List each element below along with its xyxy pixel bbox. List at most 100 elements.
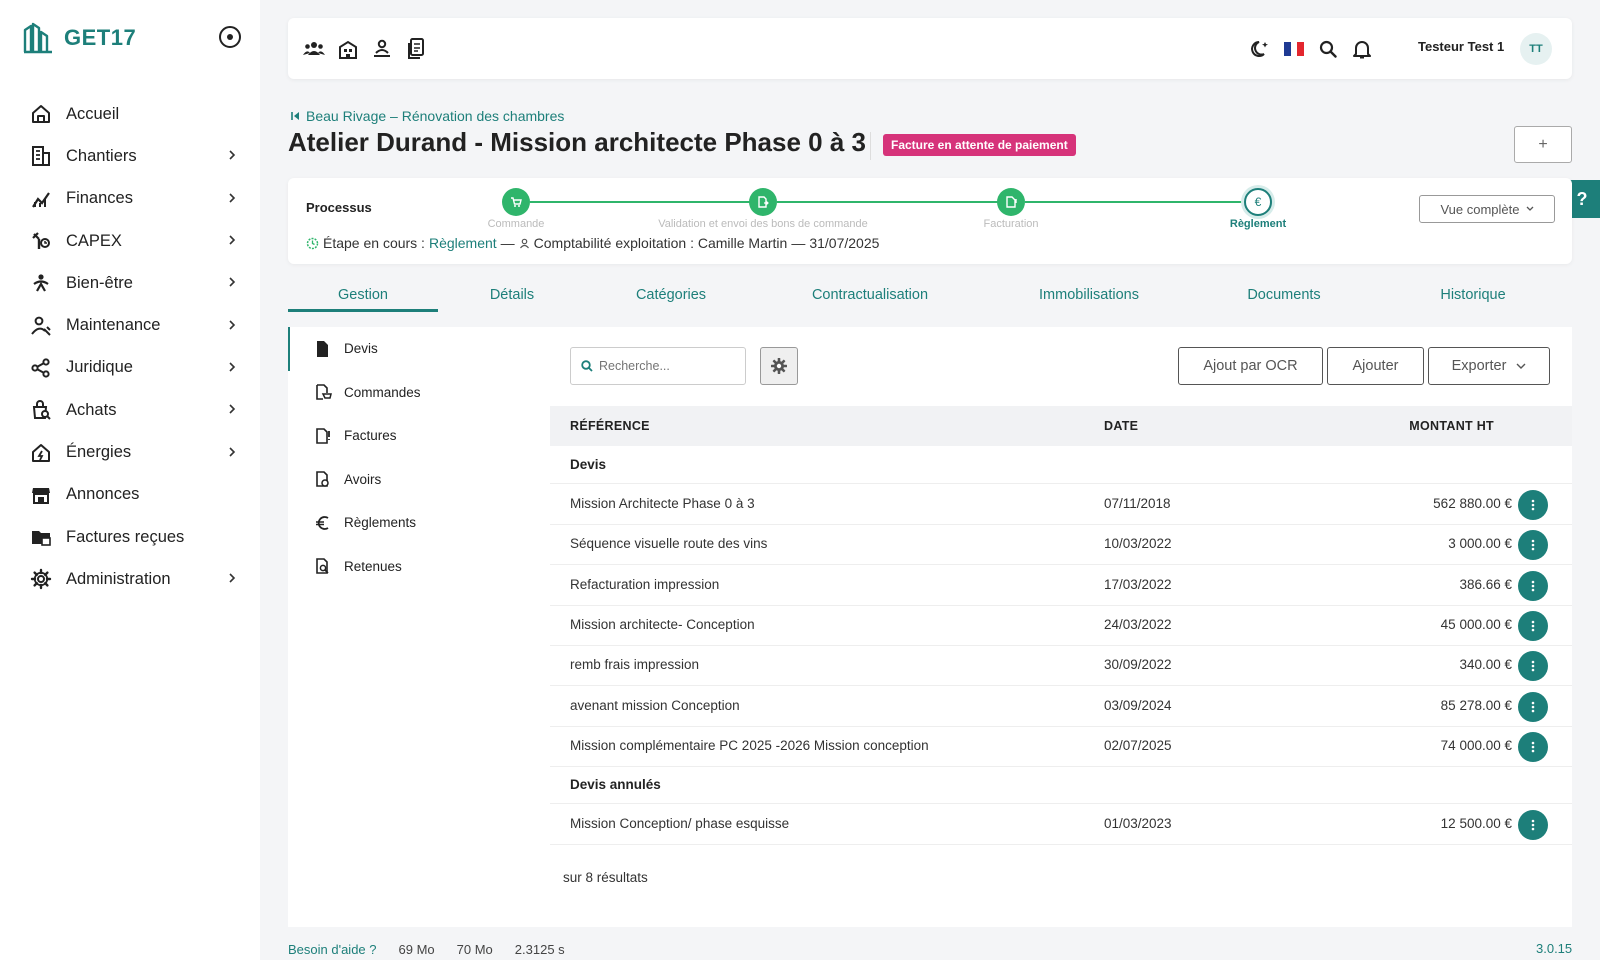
- row-menu-icon[interactable]: [1518, 691, 1548, 722]
- sidebar-item-chantiers[interactable]: Chantiers: [0, 135, 260, 177]
- app-logo[interactable]: GET17: [22, 22, 136, 54]
- export-button[interactable]: Exporter: [1428, 347, 1550, 385]
- step-connector: [530, 201, 763, 203]
- row-menu-icon[interactable]: [1518, 731, 1548, 762]
- cell-reference[interactable]: remb frais impression: [570, 657, 699, 672]
- cell-date: 10/03/2022: [1104, 536, 1172, 552]
- tab-categories[interactable]: Catégories: [586, 280, 756, 312]
- sidebar-item-achats[interactable]: Achats: [0, 389, 260, 431]
- person-desk-icon[interactable]: [370, 37, 394, 61]
- step-validation-et-envoi-des-bons-de-commande-send-icon[interactable]: [749, 188, 777, 216]
- clock-icon: [306, 237, 319, 249]
- step-reglement-euro-icon[interactable]: €: [1244, 188, 1272, 216]
- cell-reference[interactable]: Mission Architecte Phase 0 à 3: [570, 496, 755, 511]
- table-settings-button[interactable]: [760, 347, 798, 385]
- search-input[interactable]: [599, 359, 739, 373]
- tab-historique[interactable]: Historique: [1374, 280, 1572, 312]
- add-quote-button[interactable]: Ajouter: [1327, 347, 1424, 385]
- bell-icon[interactable]: [1350, 37, 1374, 61]
- cell-reference[interactable]: Mission architecte- Conception: [570, 617, 755, 632]
- subnav-item-retenues[interactable]: Retenues: [288, 545, 550, 589]
- tab-immobilisations[interactable]: Immobilisations: [984, 280, 1194, 312]
- row-menu-icon[interactable]: [1518, 570, 1548, 601]
- footer: Besoin d'aide ? 69 Mo 70 Mo 2.3125 s: [288, 942, 565, 957]
- tab-contractualisation[interactable]: Contractualisation: [756, 280, 984, 312]
- subnav-item-factures[interactable]: Factures: [288, 414, 550, 458]
- avatar[interactable]: TT: [1520, 33, 1552, 65]
- cell-reference[interactable]: Refacturation impression: [570, 577, 719, 592]
- cell-reference[interactable]: Mission Conception/ phase esquisse: [570, 816, 789, 831]
- subnav-item-commandes[interactable]: Commandes: [288, 371, 550, 415]
- table-row[interactable]: Mission Conception/ phase esquisse 01/03/…: [550, 804, 1572, 846]
- dark-mode-icon[interactable]: [1248, 37, 1272, 61]
- sidebar-item-label: CAPEX: [66, 231, 122, 250]
- sidebar-collapse-icon[interactable]: [219, 26, 241, 48]
- subnav-label: Règlements: [344, 515, 417, 531]
- cell-date: 01/03/2023: [1104, 816, 1172, 832]
- tab-documents[interactable]: Documents: [1194, 280, 1374, 312]
- breadcrumb-link[interactable]: Beau Rivage – Rénovation des chambres: [306, 108, 564, 124]
- table-row[interactable]: Mission architecte- Conception 24/03/2022…: [550, 605, 1572, 646]
- sidebar-item-maintenance[interactable]: Maintenance: [0, 304, 260, 346]
- sidebar-item-label: Accueil: [66, 104, 120, 123]
- table-header: RÉFÉRENCE DATE MONTANT HT: [550, 406, 1572, 446]
- responsible: Comptabilité exploitation : Camille Mart…: [533, 235, 788, 251]
- current-step-value[interactable]: Règlement: [429, 235, 497, 251]
- user-name[interactable]: Testeur Test 1: [1418, 39, 1504, 54]
- ocr-add-button[interactable]: Ajout par OCR: [1178, 347, 1323, 385]
- buildings-icon[interactable]: [336, 37, 360, 61]
- tab-details[interactable]: Détails: [438, 280, 586, 312]
- sidebar-item-accueil[interactable]: Accueil: [0, 93, 260, 135]
- cell-reference[interactable]: Mission complémentaire PC 2025 -2026 Mis…: [570, 738, 929, 753]
- sidebar-item-factures-recues[interactable]: Factures reçues: [0, 516, 260, 558]
- cell-amount: 3 000.00 €: [1448, 536, 1512, 552]
- view-mode-select[interactable]: Vue complète: [1419, 195, 1555, 223]
- search-box[interactable]: [570, 347, 746, 385]
- search-icon: [581, 360, 593, 372]
- cell-reference[interactable]: Séquence visuelle route des vins: [570, 536, 767, 551]
- sidebar-item-energies[interactable]: Énergies: [0, 431, 260, 473]
- breadcrumb[interactable]: Beau Rivage – Rénovation des chambres: [290, 108, 564, 124]
- table-row[interactable]: remb frais impression 30/09/2022 340.00 €: [550, 645, 1572, 687]
- row-menu-icon[interactable]: [1518, 651, 1548, 682]
- french-flag-icon[interactable]: [1282, 37, 1306, 61]
- chevron-down-icon: [1526, 206, 1533, 211]
- step-facturation-invoice-icon[interactable]: [997, 188, 1025, 216]
- documents-icon[interactable]: [404, 37, 428, 61]
- column-amount[interactable]: MONTANT HT: [1409, 419, 1494, 433]
- sidebar-item-bien-etre[interactable]: Bien-être: [0, 262, 260, 304]
- chevron-right-icon: [226, 402, 238, 418]
- table-row[interactable]: Mission complémentaire PC 2025 -2026 Mis…: [550, 726, 1572, 767]
- table-row[interactable]: avenant mission Conception 03/09/2024 85 2…: [550, 686, 1572, 727]
- subnav-item-avoirs[interactable]: Avoirs: [288, 458, 550, 502]
- sidebar-item-annonces[interactable]: Annonces: [0, 474, 260, 516]
- column-reference[interactable]: RÉFÉRENCE: [570, 419, 650, 433]
- group-title: Devis annulés: [570, 777, 661, 793]
- sidebar-item-capex[interactable]: CAPEX: [0, 220, 260, 262]
- table-row[interactable]: Séquence visuelle route des vins 10/03/20…: [550, 524, 1572, 566]
- add-button[interactable]: +: [1514, 126, 1572, 163]
- sidebar-item-label: Finances: [66, 189, 133, 208]
- row-menu-icon[interactable]: [1518, 610, 1548, 641]
- step-commande-cart-icon[interactable]: [502, 188, 530, 216]
- sidebar-item-administration[interactable]: Administration: [0, 558, 260, 600]
- column-date[interactable]: DATE: [1104, 419, 1138, 433]
- sidebar-item-juridique[interactable]: Juridique: [0, 347, 260, 389]
- table-row[interactable]: Refacturation impression 17/03/2022 386.66…: [550, 565, 1572, 606]
- row-menu-icon[interactable]: [1518, 530, 1548, 561]
- users-icon[interactable]: [302, 37, 326, 61]
- help-link[interactable]: Besoin d'aide ?: [288, 942, 377, 957]
- cell-reference[interactable]: avenant mission Conception: [570, 698, 740, 713]
- step-label: Commande: [487, 218, 545, 230]
- sidebar-item-label: Factures reçues: [66, 527, 185, 546]
- table-row[interactable]: Mission Architecte Phase 0 à 3 07/11/2018…: [550, 484, 1572, 525]
- search-icon[interactable]: [1316, 37, 1340, 61]
- row-menu-icon[interactable]: [1518, 490, 1548, 520]
- view-mode-label: Vue complète: [1440, 201, 1520, 217]
- row-menu-icon[interactable]: [1518, 810, 1548, 841]
- subnav-item-reglements[interactable]: Règlements: [288, 501, 550, 545]
- tab-gestion[interactable]: Gestion: [288, 280, 438, 312]
- subnav-item-devis[interactable]: Devis: [288, 327, 550, 371]
- sidebar-item-finances[interactable]: Finances: [0, 178, 260, 220]
- cart-file-icon: [314, 383, 332, 401]
